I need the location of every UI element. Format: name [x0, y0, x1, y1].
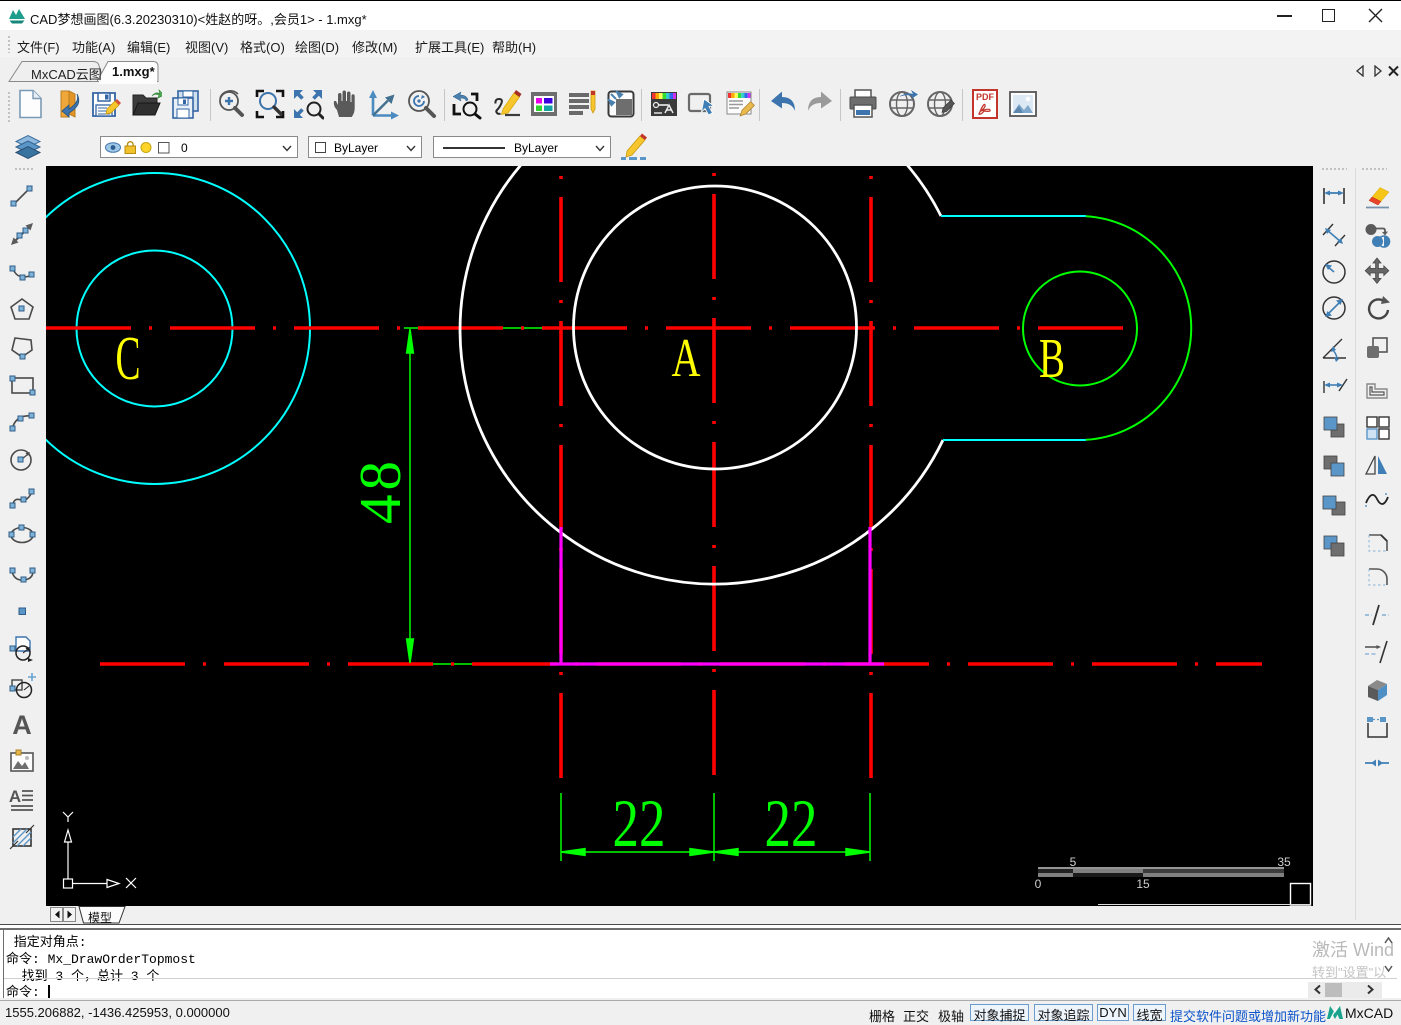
svg-text:48: 48 [347, 457, 413, 524]
svg-text:0: 0 [1035, 877, 1042, 891]
svg-text:5: 5 [1070, 855, 1077, 869]
svg-text:22: 22 [613, 785, 666, 861]
svg-text:PDF: PDF [976, 92, 995, 102]
svg-text:C: C [116, 325, 141, 393]
svg-text:B: B [1039, 328, 1065, 390]
svg-text:15: 15 [1136, 877, 1150, 891]
svg-text:22: 22 [765, 785, 818, 861]
svg-text:A: A [12, 710, 32, 738]
svg-text:A: A [672, 327, 701, 388]
svg-text:A: A [9, 787, 21, 806]
svg-text:35: 35 [1277, 855, 1291, 869]
